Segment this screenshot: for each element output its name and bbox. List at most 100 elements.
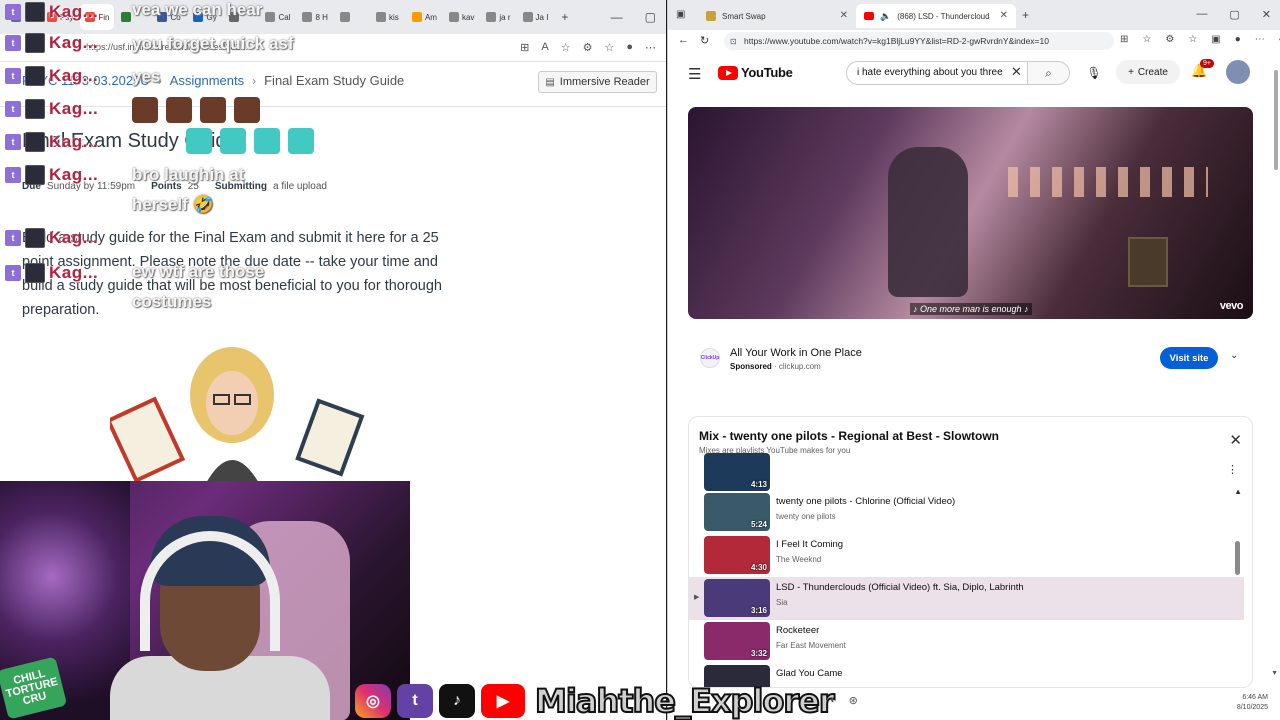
video-title: I Feel It Coming	[776, 539, 844, 550]
video-thumbnail: 4:13	[704, 453, 770, 491]
playlist-title[interactable]: Mix - twenty one pilots - Regional at Be…	[699, 429, 999, 443]
avatar	[25, 66, 45, 86]
list-item-now-playing[interactable]: ▶ 3:16 LSD - Thunderclouds (Official Vid…	[689, 577, 1244, 620]
smart-swap-favicon	[706, 11, 716, 21]
page-scrollbar[interactable]	[1274, 70, 1278, 170]
visit-site-button[interactable]: Visit site	[1160, 347, 1218, 369]
left-tab[interactable]: kav	[444, 4, 479, 30]
list-item[interactable]: 4:13	[689, 453, 1244, 491]
chat-row: t Kag...	[5, 32, 98, 54]
twitch-icon: t	[5, 230, 21, 246]
stream-chat-overlay: t Kag... t Kag... t Kag... t Kag... t Kag... …	[0, 0, 330, 311]
video-scene-figure	[888, 147, 968, 297]
url-text: https://www.youtube.com/watch?v=kg1BljLu…	[744, 36, 1049, 46]
search-icon: ⌕	[1045, 65, 1052, 80]
lock-icon: ⊡	[730, 36, 737, 46]
ad-domain: clickup.com	[778, 362, 821, 371]
playlist-panel: Mix - twenty one pilots - Regional at Be…	[688, 416, 1253, 688]
close-icon[interactable]: ✕	[840, 10, 848, 21]
emote-icon	[166, 97, 192, 123]
search-input[interactable]: i hate everything about you three	[846, 61, 1028, 85]
left-tab[interactable]: kis	[371, 4, 405, 30]
url-bar[interactable]: ⊡ https://www.youtube.com/watch?v=kg1Blj…	[724, 32, 1114, 50]
youtube-logo[interactable]: YouTube	[718, 65, 793, 80]
video-player[interactable]: ♪ One more man is enough ♪ vevo	[688, 107, 1253, 319]
tab-actions-icon[interactable]: ▣	[676, 9, 685, 20]
twitch-icon: t	[5, 134, 21, 150]
favorites-icon[interactable]: ☆	[1188, 34, 1197, 45]
back-icon[interactable]: ←	[678, 34, 689, 46]
speaker-icon[interactable]: 🔈	[880, 11, 891, 22]
menu-dots-icon[interactable]: ⋯	[645, 41, 656, 54]
close-icon[interactable]: ✕	[1229, 431, 1242, 449]
favorite-star-icon[interactable]: ☆	[561, 41, 571, 54]
left-tab[interactable]: Am	[407, 4, 442, 30]
profile-icon[interactable]: ●	[626, 41, 633, 54]
video-thumbnail: 5:24	[704, 493, 770, 531]
youtube-masthead: ☰ YouTube i hate everything about you th…	[668, 56, 1280, 92]
app-icon[interactable]: ⊞	[520, 41, 529, 54]
duration-badge: 4:13	[750, 480, 767, 489]
minimize-icon[interactable]: —	[1196, 8, 1207, 21]
right-tab-strip: ▣ Smart Swap ✕ 🔈 (868) LSD - Thunderclou…	[668, 0, 1280, 30]
clock-date: 8/10/2025	[1236, 704, 1268, 711]
minimize-icon[interactable]: —	[611, 10, 623, 24]
new-tab-icon[interactable]: +	[1022, 8, 1029, 22]
tab-smart-swap[interactable]: Smart Swap ✕	[698, 4, 856, 28]
app-available-icon[interactable]: ⊞	[1120, 34, 1128, 45]
close-window-icon[interactable]: ✕	[1262, 8, 1271, 21]
clear-search-icon[interactable]: ✕	[1011, 64, 1022, 80]
refresh-icon[interactable]: ↻	[700, 34, 709, 47]
list-item[interactable]: 3:32 Rocketeer Far East Movement	[689, 620, 1244, 663]
video-title: twenty one pilots - Chlorine (Official V…	[776, 496, 956, 507]
profile-icon[interactable]: ●	[1235, 34, 1241, 45]
immersive-reader-button[interactable]: ▤ Immersive Reader	[538, 71, 657, 93]
close-icon[interactable]: ✕	[1000, 10, 1008, 21]
maximize-icon[interactable]: ▢	[645, 10, 656, 24]
create-button[interactable]: + Create	[1116, 60, 1180, 84]
tab-youtube[interactable]: 🔈 (868) LSD - Thunderclouds ( ✕	[856, 4, 1016, 28]
hamburger-menu-icon[interactable]: ☰	[688, 65, 701, 83]
app-tray-icon[interactable]: ◐	[830, 694, 837, 707]
chat-username: Kag...	[49, 228, 99, 247]
ad-title[interactable]: All Your Work in One Place	[730, 347, 862, 359]
tab-label: Smart Swap	[722, 11, 766, 21]
favorites-icon[interactable]: ☆	[604, 41, 614, 54]
left-tab[interactable]: ja r	[481, 4, 515, 30]
extensions-icon[interactable]: ⚙	[1165, 34, 1174, 45]
chevron-down-icon[interactable]: ⌄	[1230, 350, 1238, 361]
clock-time: 6:46 AM	[1242, 694, 1268, 701]
scroll-down-icon[interactable]: ▼	[1271, 670, 1278, 677]
menu-dots-icon[interactable]: ⋯	[1255, 34, 1265, 45]
tab-favicon-icon	[375, 12, 386, 22]
avatar	[25, 2, 45, 22]
avatar[interactable]	[1226, 60, 1250, 84]
video-thumbnail: 3:32	[704, 622, 770, 660]
left-tab[interactable]: Ja I	[518, 4, 554, 30]
clickup-logo[interactable]: ClickUp	[700, 348, 720, 368]
maximize-icon[interactable]: ▢	[1229, 8, 1239, 21]
tab-label: Ja I	[535, 12, 549, 22]
chat-username: Kag...	[49, 263, 99, 282]
tiktok-icon: ♪	[439, 684, 475, 718]
steam-icon[interactable]: ⊛	[849, 694, 858, 707]
list-item[interactable]: 5:24 twenty one pilots - Chlorine (Offic…	[689, 491, 1244, 534]
chat-row: t Kag...	[5, 1, 98, 23]
favorite-star-icon[interactable]: ☆	[1142, 34, 1151, 45]
social-banner: ◎ t ♪ ▶ Miahthe_Explorer	[355, 681, 836, 720]
left-tab[interactable]	[335, 4, 369, 30]
read-aloud-icon[interactable]: A	[541, 41, 548, 54]
search-button[interactable]: ⌕	[1028, 61, 1070, 85]
extensions-icon[interactable]: ⚙	[583, 41, 593, 54]
webcam-feed: CHILL TORTURE CRU	[0, 481, 410, 720]
tab-label: kav	[461, 12, 475, 22]
collections-icon[interactable]: ▣	[1211, 34, 1220, 45]
list-item[interactable]: 4:30 I Feel It Coming The Weeknd	[689, 534, 1244, 577]
vevo-watermark: vevo	[1219, 300, 1244, 312]
avatar	[25, 99, 45, 119]
more-vert-icon[interactable]: ⋮	[1227, 463, 1238, 476]
chat-row: t Kag...	[5, 227, 98, 249]
emote-icon	[234, 97, 260, 123]
microphone-icon[interactable]: 🎙	[1082, 62, 1106, 84]
new-tab-icon[interactable]: +	[561, 10, 568, 24]
